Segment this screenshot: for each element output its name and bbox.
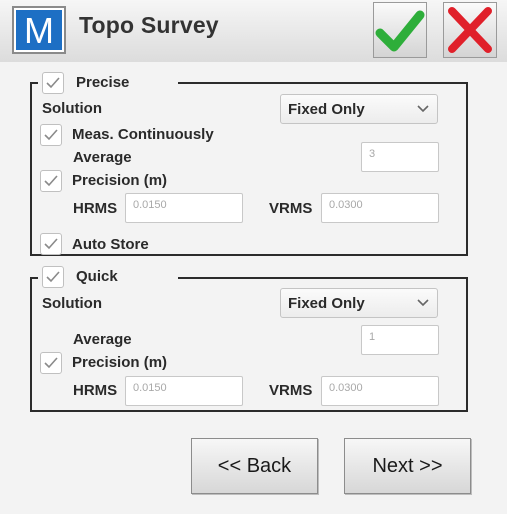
precise-solution-label: Solution xyxy=(42,100,102,117)
check-icon xyxy=(44,175,58,187)
app-logo: M xyxy=(12,6,66,54)
precise-hrms-value: 0.0150 xyxy=(133,199,167,211)
quick-vrms-input[interactable]: 0.0300 xyxy=(321,376,439,406)
cancel-button[interactable] xyxy=(443,2,497,58)
auto-store-checkbox[interactable] xyxy=(40,233,62,255)
check-icon xyxy=(44,129,58,141)
precise-precision-checkbox[interactable] xyxy=(40,170,62,192)
logo-m-icon: M xyxy=(24,12,54,48)
quick-vrms-label: VRMS xyxy=(269,382,313,399)
auto-store-label: Auto Store xyxy=(72,236,149,253)
precise-precision-label: Precision (m) xyxy=(72,172,168,189)
precise-checkbox[interactable] xyxy=(42,72,64,94)
precise-vrms-input[interactable]: 0.0300 xyxy=(321,193,439,223)
quick-solution-select[interactable]: Fixed Only xyxy=(280,288,438,318)
svg-text:M: M xyxy=(24,12,54,48)
quick-vrms-value: 0.0300 xyxy=(329,382,363,394)
check-icon xyxy=(46,271,60,283)
accept-button[interactable] xyxy=(373,2,427,58)
quick-checkbox[interactable] xyxy=(42,266,64,288)
checkmark-icon xyxy=(375,10,425,52)
meas-continuously-checkbox[interactable] xyxy=(40,124,62,146)
check-icon xyxy=(44,238,58,250)
precise-legend-label: Precise xyxy=(76,74,130,91)
quick-precision-label: Precision (m) xyxy=(72,354,168,371)
quick-hrms-label: HRMS xyxy=(73,382,118,399)
chevron-down-icon xyxy=(417,299,429,307)
precise-hrms-label: HRMS xyxy=(73,200,118,217)
precise-average-value: 3 xyxy=(369,148,376,160)
quick-average-input[interactable]: 1 xyxy=(361,325,439,355)
precise-solution-select[interactable]: Fixed Only xyxy=(280,94,438,124)
title-bar: M Topo Survey xyxy=(0,0,507,63)
precise-average-input[interactable]: 3 xyxy=(361,142,439,172)
close-x-icon xyxy=(448,7,492,53)
quick-solution-label: Solution xyxy=(42,295,102,312)
check-icon xyxy=(44,357,58,369)
quick-hrms-value: 0.0150 xyxy=(133,382,167,394)
quick-legend-label: Quick xyxy=(76,268,118,285)
precise-average-label: Average xyxy=(73,149,132,166)
quick-solution-value: Fixed Only xyxy=(288,295,365,312)
quick-average-label: Average xyxy=(73,331,132,348)
back-button[interactable]: << Back xyxy=(191,438,318,494)
meas-continuously-label: Meas. Continuously xyxy=(72,126,214,143)
precise-hrms-input[interactable]: 0.0150 xyxy=(125,193,243,223)
precise-solution-value: Fixed Only xyxy=(288,101,365,118)
next-button[interactable]: Next >> xyxy=(344,438,471,494)
check-icon xyxy=(46,77,60,89)
quick-hrms-input[interactable]: 0.0150 xyxy=(125,376,243,406)
chevron-down-icon xyxy=(417,105,429,113)
page-title: Topo Survey xyxy=(79,12,219,38)
quick-average-value: 1 xyxy=(369,331,376,343)
quick-precision-checkbox[interactable] xyxy=(40,352,62,374)
precise-vrms-value: 0.0300 xyxy=(329,199,363,211)
precise-vrms-label: VRMS xyxy=(269,200,313,217)
